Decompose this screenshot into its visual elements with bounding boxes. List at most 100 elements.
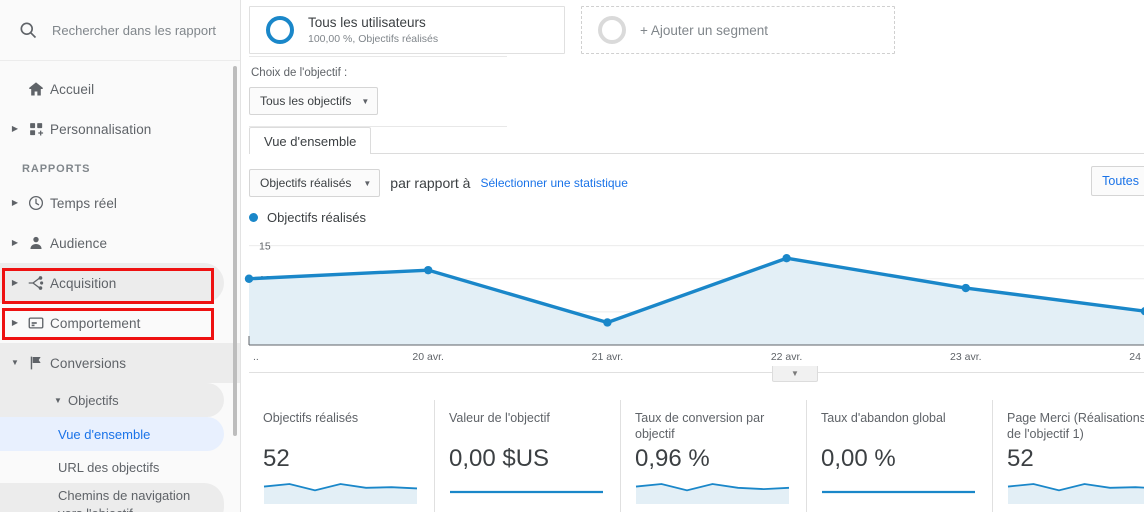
tab-bar: Vue d'ensemble — [249, 127, 1144, 154]
legend-dot-icon — [249, 213, 258, 222]
sidebar-item-audience[interactable]: ▶ Audience — [0, 223, 240, 263]
svg-text:23 avr.: 23 avr. — [950, 351, 982, 363]
svg-text:20 avr.: 20 avr. — [412, 351, 444, 363]
metric-card-sparkline — [635, 483, 790, 504]
sidebar-item-label: Accueil — [50, 81, 95, 97]
chevron-down-icon: ▼ — [361, 96, 370, 106]
sidebar-item-temps-reel[interactable]: ▶ Temps réel — [0, 183, 240, 223]
chevron-down-icon: ▼ — [11, 358, 19, 367]
sidebar-item-label: Temps réel — [50, 195, 118, 211]
metric-card-value: 52 — [263, 445, 290, 472]
flag-icon — [22, 354, 50, 372]
svg-text:24 avr.: 24 avr. — [1129, 351, 1144, 363]
metric-card[interactable]: Page Merci (Réalisations de l'objectif 1… — [992, 400, 1144, 512]
customization-icon — [22, 121, 50, 138]
sidebar-subgroup-objectifs[interactable]: ▼ Objectifs — [0, 383, 224, 417]
metric-card-sparkline — [450, 490, 603, 494]
main-content: Tous les utilisateurs 100,00 %, Objectif… — [241, 0, 1144, 512]
sidebar-subgroup-label: Objectifs — [68, 392, 119, 408]
objective-selector-block: Choix de l'objectif : Tous les objectifs… — [249, 56, 507, 115]
chevron-down-icon: ▼ — [363, 178, 372, 188]
toutes-label: Toutes — [1102, 174, 1139, 188]
main-chart-svg: 1510520 avr.21 avr.22 avr.23 avr.24 avr.… — [244, 241, 1144, 363]
metric-select-value: Objectifs réalisés — [260, 176, 352, 190]
segment-ring-icon — [266, 16, 294, 44]
chevron-right-icon: ▶ — [11, 278, 19, 287]
metric-card[interactable]: Taux d'abandon global 0,00 % — [806, 400, 992, 512]
chevron-right-icon: ▶ — [11, 124, 19, 133]
sidebar-search-row — [0, 0, 240, 61]
behavior-icon — [22, 314, 50, 332]
metric-card-sparkline — [263, 483, 418, 504]
home-icon — [22, 80, 50, 98]
sidebar-item-url-des-objectifs[interactable]: URL des objectifs — [0, 451, 240, 483]
sidebar-item-vue-densemble[interactable]: Vue d'ensemble — [0, 417, 224, 451]
chart-collapse-handle[interactable]: ▼ — [772, 366, 818, 382]
add-segment-button[interactable]: + Ajouter un segment — [581, 6, 895, 54]
chevron-right-icon: ▶ — [11, 198, 19, 207]
segment-text: Tous les utilisateurs 100,00 %, Objectif… — [308, 15, 438, 46]
chevron-down-icon: ▼ — [54, 395, 62, 405]
toutes-button[interactable]: Toutes — [1091, 166, 1144, 196]
clock-icon — [22, 194, 50, 212]
sidebar-item-label: Acquisition — [50, 275, 117, 291]
segment-ring-icon — [598, 16, 626, 44]
sidebar-item-label: Conversions — [50, 355, 127, 371]
metric-card-value: 0,96 % — [635, 445, 710, 472]
sidebar-item-conversions[interactable]: ▼ Conversions — [0, 343, 240, 383]
chart-legend: Objectifs réalisés — [249, 210, 1144, 225]
sidebar-section-label: RAPPORTS — [22, 163, 91, 175]
metric-card-value: 0,00 % — [821, 445, 896, 472]
search-icon — [18, 20, 38, 40]
objective-label: Choix de l'objectif : — [251, 67, 348, 79]
sidebar: Accueil ▶ Personnalisation RAPPORTS ▶ — [0, 0, 241, 512]
sidebar-item-accueil[interactable]: Accueil — [0, 69, 240, 109]
objective-select[interactable]: Tous les objectifs ▼ — [249, 87, 379, 115]
segment-title: Tous les utilisateurs — [308, 14, 426, 30]
person-icon — [22, 234, 50, 252]
metric-card[interactable]: Taux de conversion par objectif 0,96 % — [620, 400, 806, 512]
sidebar-item-personnalisation[interactable]: ▶ Personnalisation — [0, 109, 240, 149]
add-segment-label: + Ajouter un segment — [640, 22, 768, 38]
tab-vue-densemble[interactable]: Vue d'ensemble — [249, 127, 372, 154]
sidebar-subitem-label: Chemins de navigation vers l'objectif — [58, 488, 191, 512]
metric-card-title: Taux d'abandon global — [821, 411, 946, 425]
svg-text:22 avr.: 22 avr. — [771, 351, 803, 363]
sidebar-subitem-label: URL des objectifs — [58, 459, 160, 475]
metric-card-title: Page Merci (Réalisations de l'objectif 1… — [1007, 411, 1144, 441]
acquisition-icon — [22, 274, 50, 292]
metric-card-title: Valeur de l'objectif — [449, 411, 550, 425]
svg-text:..: .. — [253, 351, 259, 363]
objective-select-value: Tous les objectifs — [260, 94, 352, 108]
legend-label: Objectifs réalisés — [267, 210, 366, 225]
segment-bar: Tous les utilisateurs 100,00 %, Objectif… — [241, 0, 1144, 56]
sidebar-item-comportement[interactable]: ▶ Comportement — [0, 303, 240, 343]
sidebar-item-acquisition[interactable]: ▶ Acquisition — [0, 263, 224, 303]
metric-card-sparkline — [822, 490, 975, 494]
chevron-right-icon: ▶ — [11, 238, 19, 247]
sidebar-item-chemins-de-navigation[interactable]: Chemins de navigation vers l'objectif — [0, 483, 224, 512]
metric-card-title: Taux de conversion par objectif — [635, 411, 765, 441]
metric-controls-row: Objectifs réalisés ▼ par rapport à Sélec… — [249, 166, 1144, 198]
svg-text:21 avr.: 21 avr. — [592, 351, 624, 363]
metric-card-title: Objectifs réalisés — [263, 411, 359, 425]
main-chart[interactable]: 1510520 avr.21 avr.22 avr.23 avr.24 avr.… — [241, 235, 1144, 382]
metric-card[interactable]: Valeur de l'objectif 0,00 $US — [434, 400, 620, 512]
search-input[interactable] — [52, 22, 227, 38]
tab-label: Vue d'ensemble — [264, 133, 357, 149]
google-analytics-page: Accueil ▶ Personnalisation RAPPORTS ▶ — [0, 0, 1144, 512]
segment-card-all-users[interactable]: Tous les utilisateurs 100,00 %, Objectif… — [249, 6, 565, 54]
select-statistic-link[interactable]: Sélectionner une statistique — [480, 176, 627, 190]
sidebar-item-label: Personnalisation — [50, 121, 152, 137]
chart-bottom-divider — [249, 372, 1144, 373]
metric-card-value: 52 — [1007, 445, 1034, 472]
metric-select[interactable]: Objectifs réalisés ▼ — [249, 169, 381, 197]
sidebar-item-label: Audience — [50, 235, 108, 251]
metric-card-value: 0,00 $US — [449, 445, 550, 472]
metric-cards: Objectifs réalisés 52 Valeur de l'objectif… — [249, 400, 1144, 512]
sidebar-item-label: Comportement — [50, 315, 141, 331]
metric-card[interactable]: Objectifs réalisés 52 — [249, 400, 434, 512]
chevron-right-icon: ▶ — [11, 318, 19, 327]
chevron-down-icon: ▼ — [791, 368, 799, 378]
sidebar-scrollbar[interactable] — [233, 66, 237, 436]
